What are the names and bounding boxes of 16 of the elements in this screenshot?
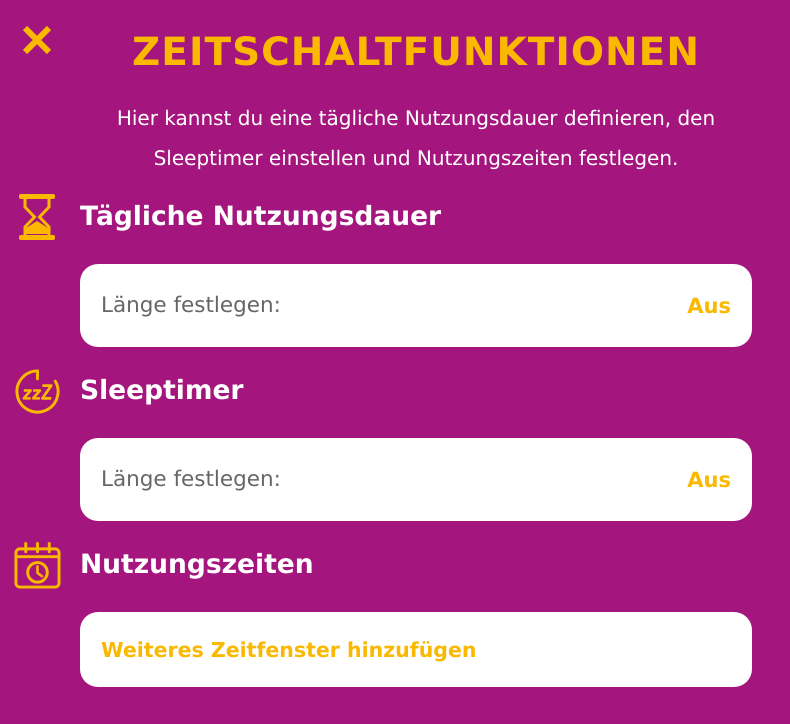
sleep-timer-icon	[14, 368, 60, 414]
setting-label: Länge festlegen:	[101, 467, 281, 492]
calendar-clock-icon	[14, 542, 60, 588]
setting-value: Aus	[687, 294, 731, 318]
close-button[interactable]	[21, 25, 53, 55]
section-heading: Nutzungszeiten	[80, 548, 315, 582]
close-icon	[21, 25, 53, 55]
hourglass-icon	[19, 194, 55, 240]
section-heading: Sleeptimer	[80, 374, 244, 408]
page-title: ZEITSCHALTFUNKTIONEN	[131, 29, 701, 77]
setting-row[interactable]: Länge festlegen: Aus	[80, 438, 752, 521]
setting-value: Aus	[687, 468, 731, 492]
setting-row[interactable]: Länge festlegen: Aus	[80, 264, 752, 347]
setting-label: Länge festlegen:	[101, 293, 281, 318]
section-heading: Tägliche Nutzungsdauer	[80, 200, 442, 234]
description-text: Hier kannst du eine tägliche Nutzungsdauer definieren, den Sleeptimer einstellen und Nutzungszeiten festlegen.	[116, 105, 716, 172]
